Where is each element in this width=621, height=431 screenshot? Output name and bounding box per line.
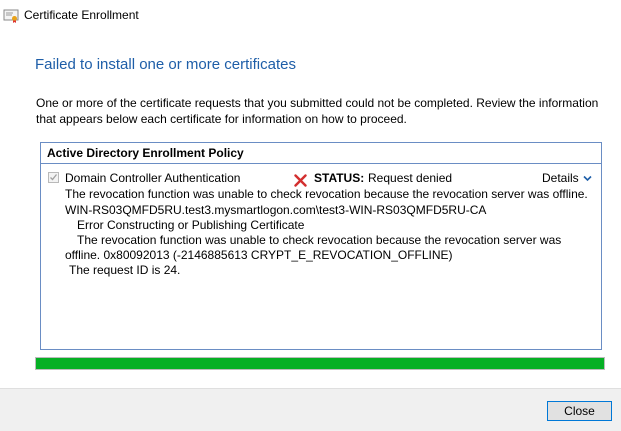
- error-message-line: The revocation function was unable to ch…: [77, 233, 562, 247]
- error-code-line: offline. 0x80092013 (-2146885613 CRYPT_E…: [65, 248, 453, 262]
- details-label: Details: [542, 171, 579, 185]
- certificate-template-name: Domain Controller Authentication: [65, 171, 241, 185]
- error-message-line: Error Constructing or Publishing Certifi…: [77, 218, 305, 232]
- window-title: Certificate Enrollment: [24, 8, 139, 22]
- error-x-icon: [294, 172, 307, 187]
- request-id-line: The request ID is 24.: [69, 263, 181, 277]
- template-checkbox[interactable]: [48, 172, 59, 183]
- error-message-line: The revocation function was unable to ch…: [65, 187, 588, 201]
- dialog-footer: Close: [0, 388, 621, 431]
- status-label: STATUS:: [314, 171, 365, 185]
- close-button[interactable]: Close: [547, 401, 612, 421]
- policy-header: Active Directory Enrollment Policy: [41, 143, 601, 164]
- ca-name: WIN-RS03QMFD5RU.test3.mysmartlogon.com\t…: [65, 203, 487, 217]
- progress-bar: [35, 357, 605, 370]
- certificate-icon: [3, 8, 19, 24]
- progress-fill: [36, 358, 604, 369]
- page-heading: Failed to install one or more certificat…: [35, 56, 296, 73]
- details-toggle[interactable]: Details: [542, 171, 592, 185]
- intro-text: One or more of the certificate requests …: [36, 96, 599, 126]
- policy-name: Active Directory Enrollment Policy: [47, 146, 244, 160]
- enrollment-policy-panel: Active Directory Enrollment Policy Domai…: [40, 142, 602, 350]
- status-value: Request denied: [368, 171, 453, 185]
- chevron-down-icon: [583, 171, 592, 185]
- title-bar: Certificate Enrollment: [0, 0, 621, 32]
